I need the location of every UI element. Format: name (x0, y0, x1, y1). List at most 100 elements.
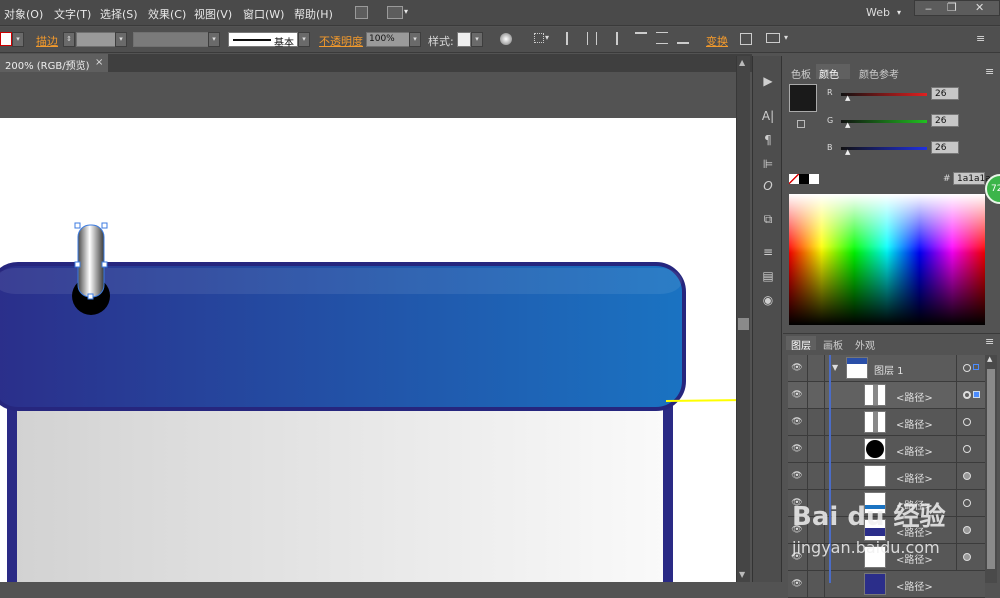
align-to-icon[interactable] (534, 33, 544, 43)
align-to-dropdown-icon[interactable]: ▾ (545, 33, 549, 42)
stroke-weight-input[interactable] (76, 32, 116, 47)
artwork[interactable] (0, 72, 736, 582)
menu-effect[interactable]: 效果(C) (148, 6, 186, 22)
scroll-thumb[interactable] (738, 318, 749, 330)
visibility-eye-icon[interactable]: 👁 (788, 490, 806, 516)
stroke-weight-dropdown-icon[interactable]: ▾ (115, 32, 127, 47)
select-similar-icon[interactable] (766, 33, 780, 43)
transform-panel-icon[interactable]: ⧉ (759, 212, 777, 227)
fill-dropdown-icon[interactable]: ▾ (12, 32, 24, 47)
menu-object[interactable]: 对象(O) (4, 6, 43, 22)
selection-handle[interactable] (74, 222, 81, 229)
menu-type[interactable]: 文字(T) (54, 6, 91, 22)
visibility-eye-icon[interactable]: 👁 (788, 517, 806, 543)
path-row[interactable]: 👁 <路径> (788, 382, 985, 409)
align-left-icon[interactable] (566, 32, 576, 45)
brush-dropdown-icon[interactable]: ▾ (298, 32, 310, 47)
lock-toggle[interactable] (807, 517, 825, 543)
target-indicator[interactable] (956, 382, 985, 408)
path-row[interactable]: 👁 <路径> (788, 517, 985, 544)
hex-input[interactable]: 1a1a1a (953, 172, 991, 185)
opacity-dropdown-icon[interactable]: ▾ (409, 32, 421, 47)
red-slider-thumb[interactable]: ▲ (845, 94, 850, 102)
visibility-eye-icon[interactable]: 👁 (788, 382, 806, 408)
target-indicator[interactable] (956, 544, 985, 570)
selection-handle[interactable] (101, 222, 108, 229)
scroll-up-icon[interactable]: ▲ (987, 355, 992, 363)
target-indicator[interactable] (956, 517, 985, 543)
graphic-style-swatch[interactable] (457, 32, 471, 47)
paragraph-icon[interactable]: ¶ (759, 133, 777, 147)
align-vcenter-icon[interactable] (656, 32, 668, 44)
restore-icon[interactable]: ❐ (947, 1, 957, 14)
lock-toggle[interactable] (807, 409, 825, 435)
color-spectrum[interactable] (789, 194, 985, 325)
scroll-down-icon[interactable]: ▼ (739, 570, 745, 579)
visibility-eye-icon[interactable]: 👁 (788, 409, 806, 435)
opentype-icon[interactable]: O (759, 179, 777, 193)
close-tab-icon[interactable]: × (95, 57, 103, 68)
path-row[interactable]: 👁 <路径> (788, 544, 985, 571)
isolate-icon[interactable] (740, 33, 752, 45)
visibility-eye-icon[interactable]: 👁 (788, 544, 806, 570)
web-safe-icon[interactable] (797, 120, 805, 128)
opacity-input[interactable]: 100% (366, 32, 410, 47)
visibility-eye-icon[interactable]: 👁 (788, 463, 806, 489)
visibility-eye-icon[interactable]: 👁 (788, 571, 806, 597)
arrange-dropdown-icon[interactable]: ▾ (404, 7, 408, 16)
fill-color-swatch[interactable] (789, 84, 817, 112)
selection-handle[interactable] (87, 293, 94, 300)
path-row[interactable]: 👁 <路径> (788, 436, 985, 463)
expand-triangle-icon[interactable]: ▼ (832, 363, 838, 372)
select-similar-dropdown-icon[interactable]: ▾ (784, 33, 788, 42)
gradient-panel-icon[interactable]: ▤ (759, 269, 777, 283)
path-name[interactable]: <路径> (896, 470, 933, 485)
path-name[interactable]: <路径> (896, 389, 933, 404)
variable-width-profile[interactable] (133, 32, 209, 47)
layer-name[interactable]: 图层 1 (874, 362, 904, 377)
brush-definition[interactable]: 基本 (228, 32, 298, 49)
target-indicator[interactable] (956, 355, 985, 381)
transform-label[interactable]: 变换 (706, 33, 728, 49)
style-dropdown-icon[interactable]: ▾ (471, 32, 483, 47)
lock-toggle[interactable] (807, 490, 825, 516)
vertical-scrollbar[interactable]: ▲ ▼ (736, 56, 750, 582)
path-name[interactable]: <路径> (896, 578, 933, 593)
target-indicator[interactable] (956, 409, 985, 435)
lock-toggle[interactable] (807, 571, 825, 597)
red-value[interactable]: 26 (931, 87, 959, 100)
lock-toggle[interactable] (807, 355, 825, 381)
visibility-eye-icon[interactable]: 👁 (788, 355, 806, 381)
recolor-artwork-icon[interactable] (500, 33, 512, 45)
visibility-eye-icon[interactable]: 👁 (788, 436, 806, 462)
stroke-panel-icon[interactable]: ≡ (759, 245, 777, 259)
align-top-icon[interactable] (635, 32, 647, 44)
selection-handle[interactable] (101, 261, 108, 268)
path-row[interactable]: 👁 <路径> (788, 571, 985, 598)
path-name[interactable]: <路径> (896, 497, 933, 512)
character-icon[interactable]: A| (759, 109, 777, 123)
path-row[interactable]: 👁 <路径> (788, 409, 985, 436)
path-name[interactable]: <路径> (896, 524, 933, 539)
lock-toggle[interactable] (807, 544, 825, 570)
blue-slider[interactable] (841, 147, 927, 150)
red-slider[interactable] (841, 93, 927, 96)
green-slider-thumb[interactable]: ▲ (845, 121, 850, 129)
path-name[interactable]: <路径> (896, 416, 933, 431)
layer-row[interactable]: 👁 ▼ 图层 1 (788, 355, 985, 382)
opacity-label[interactable]: 不透明度 (319, 33, 363, 49)
play-action-icon[interactable]: ▶ (759, 74, 777, 88)
menu-select[interactable]: 选择(S) (100, 6, 138, 22)
blue-value[interactable]: 26 (931, 141, 959, 154)
path-row[interactable]: 👁 <路径> (788, 490, 985, 517)
bridge-icon[interactable] (355, 6, 368, 19)
tab-color-guide[interactable]: 颜色参考 (859, 66, 899, 81)
layers-scrollbar[interactable]: ▲ (985, 355, 997, 583)
panel-menu-icon[interactable]: ≡ (985, 335, 994, 348)
black-swatch[interactable] (799, 174, 809, 184)
transparency-panel-icon[interactable]: ◉ (759, 293, 777, 307)
menu-help[interactable]: 帮助(H) (294, 6, 333, 22)
tab-swatches[interactable]: 色板 (791, 66, 811, 81)
align-hcenter-icon[interactable] (587, 32, 597, 45)
close-icon[interactable]: ✕ (975, 1, 984, 14)
